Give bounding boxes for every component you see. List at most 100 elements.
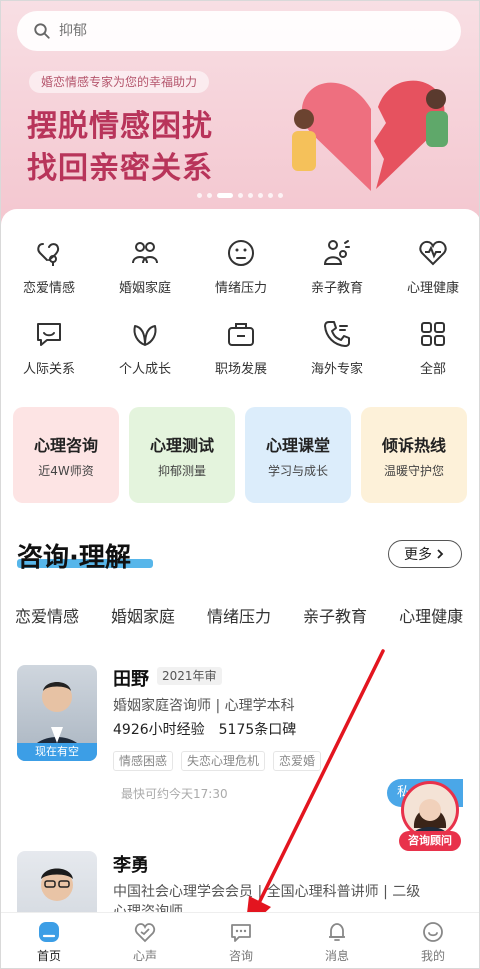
leaf-icon (133, 325, 157, 346)
home-icon (39, 921, 59, 942)
counselor-name: 李勇 (113, 855, 149, 876)
pagination-dot (207, 193, 212, 198)
review-count: 5175条口碑 (218, 722, 297, 738)
availability-badge: 现在有空 (17, 743, 97, 761)
pagination-dot-active (217, 193, 233, 198)
topic-tab[interactable]: 情绪压力 (207, 603, 271, 627)
search-bar[interactable] (17, 11, 461, 51)
category-label: 海外专家 (310, 362, 363, 377)
family-icon (132, 242, 158, 264)
heart-pulse-icon (419, 240, 447, 266)
category-all[interactable]: 全部 (385, 318, 479, 377)
phone-icon (324, 321, 350, 347)
category-emotion[interactable]: 情绪压力 (193, 237, 289, 296)
category-label: 全部 (419, 362, 446, 377)
counselor-avatar: 现在有空 (17, 665, 97, 761)
year-badge: 2021年审 (157, 667, 222, 685)
parent-child-icon (323, 240, 350, 265)
mood-icon (228, 240, 254, 266)
bottom-tab-bar: 首页 心声 咨询 消息 我的 (1, 912, 479, 968)
chevron-right-icon (437, 549, 444, 559)
advisor-label: 咨询顾问 (399, 831, 461, 851)
tag: 情感困惑 (113, 751, 174, 771)
next-available-time: 最快可约今天17:30 (121, 787, 228, 801)
tab-label: 首页 (36, 948, 61, 963)
banner-title-line1: 摆脱情感困扰 (27, 109, 213, 144)
category-love[interactable]: 恋爱情感 (1, 237, 97, 296)
chat-icon (37, 323, 61, 346)
advisor-photo (412, 799, 448, 836)
more-label: 更多 (404, 547, 432, 563)
tab-label: 我的 (420, 948, 445, 963)
broken-heart-illustration (292, 80, 448, 191)
category-label: 恋爱情感 (22, 281, 75, 296)
floating-advisor-button[interactable]: 咨询顾问 (399, 781, 461, 853)
category-relationships[interactable]: 人际关系 (1, 318, 97, 377)
pagination-dot (278, 193, 283, 198)
card-title: 心理测试 (149, 435, 214, 455)
card-test[interactable]: 心理测试 抑郁测量 (129, 407, 235, 503)
card-counseling[interactable]: 心理咨询 近4W师资 (13, 407, 119, 503)
card-subtitle: 温暖守护您 (383, 463, 444, 478)
topic-tab[interactable]: 心理健康 (399, 603, 463, 627)
tab-messages[interactable]: 消息 (289, 913, 385, 968)
tab-consult[interactable]: 咨询 (193, 913, 289, 968)
pagination-dot (258, 193, 263, 198)
tab-label: 消息 (324, 948, 349, 963)
banner-tagline: 婚恋情感专家为您的幸福助力 (29, 71, 210, 93)
category-marriage[interactable]: 婚姻家庭 (97, 237, 193, 296)
banner-pagination (197, 193, 283, 198)
tab-profile[interactable]: 我的 (385, 913, 479, 968)
bell-icon (329, 922, 345, 941)
category-label: 职场发展 (214, 362, 267, 377)
counselor-name: 田野 (113, 669, 149, 690)
tab-home[interactable]: 首页 (1, 913, 97, 968)
card-subtitle: 抑郁测量 (157, 463, 206, 478)
card-classroom[interactable]: 心理课堂 学习与成长 (245, 407, 351, 503)
tab-label: 心声 (132, 948, 157, 963)
card-title: 心理课堂 (265, 435, 330, 455)
pagination-dot (197, 193, 202, 198)
grid-icon (421, 322, 445, 346)
card-title: 心理咨询 (33, 435, 98, 455)
category-label: 人际关系 (22, 362, 75, 377)
topic-tabs: 恋爱情感 婚姻家庭 情绪压力 亲子教育 心理健康 (15, 603, 463, 627)
feature-cards: 心理咨询 近4W师资 心理测试 抑郁测量 心理课堂 学习与成长 倾诉热线 温暖守… (13, 407, 467, 503)
category-grid: 恋爱情感 婚姻家庭 情绪压力 亲子教育 心理健康 人际关系 个人成长 职场发展 … (1, 237, 479, 377)
pagination-dot (238, 193, 243, 198)
category-career[interactable]: 职场发展 (193, 318, 289, 377)
card-subtitle: 近4W师资 (38, 463, 94, 478)
topic-tab[interactable]: 婚姻家庭 (111, 603, 175, 627)
counselor-title: 婚姻家庭咨询师 | 心理学本科 (113, 698, 295, 714)
category-growth[interactable]: 个人成长 (97, 318, 193, 377)
pagination-dot (268, 193, 273, 198)
counselor-tags: 情感困惑 失恋心理危机 恋爱婚 (113, 751, 322, 771)
tab-voice[interactable]: 心声 (97, 913, 193, 968)
more-button[interactable]: 更多 (388, 540, 462, 568)
category-label: 亲子教育 (310, 281, 363, 296)
search-input[interactable] (59, 23, 419, 39)
card-hotline[interactable]: 倾诉热线 温暖守护您 (361, 407, 467, 503)
category-label: 个人成长 (118, 362, 171, 377)
category-overseas[interactable]: 海外专家 (289, 318, 385, 377)
category-label: 心理健康 (406, 281, 459, 296)
topic-tab[interactable]: 恋爱情感 (15, 603, 79, 627)
category-mental-health[interactable]: 心理健康 (385, 237, 479, 296)
section-title: 咨询·理解 (17, 543, 131, 573)
category-parenting[interactable]: 亲子教育 (289, 237, 385, 296)
counselor-title: 中国社会心理学会会员 | 全国心理科普讲师 | 二级 (113, 884, 421, 900)
tag: 恋爱婚 (273, 751, 322, 771)
experience-hours: 4926小时经验 (113, 722, 205, 738)
promo-banner[interactable]: 婚恋情感专家为您的幸福助力 摆脱情感困扰 找回亲密关系 (1, 1, 479, 231)
app-screen: 婚恋情感专家为您的幸福助力 摆脱情感困扰 找回亲密关系 恋爱情感 (0, 0, 480, 969)
heart-voice-icon (134, 922, 156, 942)
pagination-dot (248, 193, 253, 198)
counselor-stats: 4926小时经验 5175条口碑 (113, 719, 296, 739)
topic-tab[interactable]: 亲子教育 (303, 603, 367, 627)
card-title: 倾诉热线 (381, 435, 446, 455)
consult-chat-icon (231, 923, 251, 942)
category-label: 婚姻家庭 (118, 281, 171, 296)
counselor-card[interactable]: 李勇 中国社会心理学会会员 | 全国心理科普讲师 | 二级 心理咨询师 (17, 851, 467, 947)
category-label: 情绪压力 (214, 281, 267, 296)
tab-label: 咨询 (228, 948, 253, 963)
